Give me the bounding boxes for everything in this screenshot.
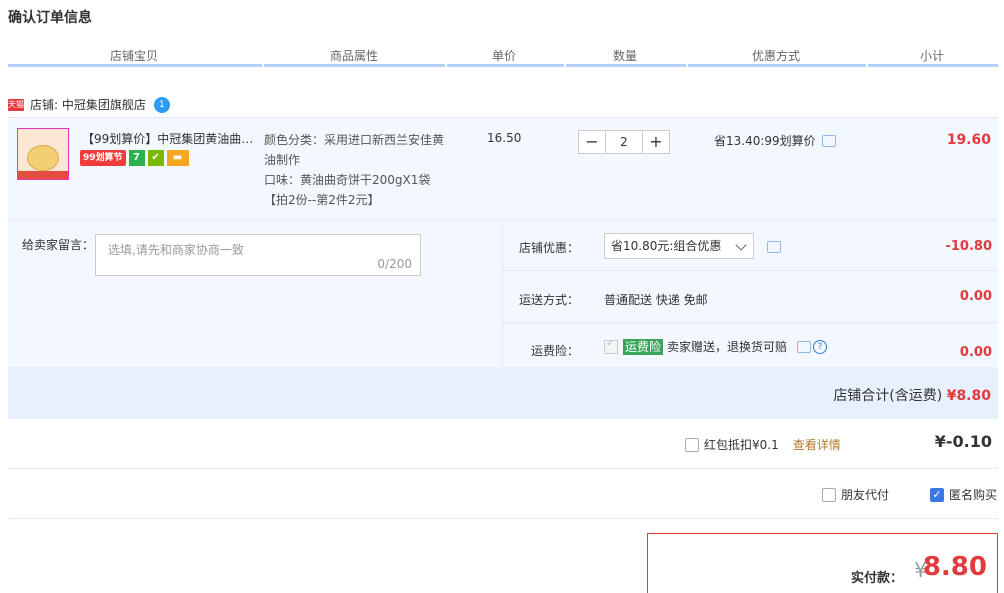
cookie-image-icon <box>27 145 59 171</box>
product-thumbnail[interactable] <box>17 128 69 180</box>
insurance-amount: 0.00 <box>959 345 992 360</box>
anonymous-label: 匿名购买 <box>949 488 998 502</box>
seven-day-return-icon: 7 <box>128 150 145 166</box>
promo-text: 省13.40:99划算价 <box>714 134 816 148</box>
chevron-down-icon <box>735 239 747 251</box>
page-title: 确认订单信息 <box>8 10 92 26</box>
payment-label: 实付款： <box>850 571 903 586</box>
attr-promo: 【拍2份--第2件2元】 <box>264 193 380 207</box>
order-item-row: 【99划算价】中冠集团黄油曲… 99划算节 7 ✔ ▬ 颜色分类：采用进口新西兰… <box>8 117 998 220</box>
help-icon[interactable]: ? <box>813 339 828 354</box>
red-packet-checkbox[interactable] <box>685 437 699 452</box>
order-options: 给卖家留言： 选填,请先和商家协商一致 0/200 店铺优惠： 省10.80元:… <box>8 219 999 368</box>
insurance-checkbox <box>604 338 618 354</box>
shipping-label: 运送方式： <box>518 293 579 307</box>
shop-discount-label: 店铺优惠： <box>518 241 579 255</box>
comment-icon[interactable] <box>821 134 836 147</box>
qty-input[interactable]: 2 <box>606 130 642 154</box>
payment-amount: 8.80 <box>922 552 987 582</box>
col-header-promo: 优惠方式 <box>752 49 801 63</box>
shipping-row: 运送方式： 普通配送 快递 免邮 0.00 <box>503 272 999 323</box>
friend-pay-option: 朋友代付 <box>822 486 889 503</box>
red-packet-amount: ¥-0.10 <box>934 432 992 451</box>
badge-99-festival: 99划算节 <box>80 150 126 166</box>
shop-total-amount: ¥8.80 <box>946 388 991 404</box>
tmall-icon: 天猫 <box>8 98 24 111</box>
insurance-text: 卖家赠送，退换货可赔 <box>667 340 788 354</box>
message-placeholder: 选填,请先和商家协商一致 <box>108 243 244 257</box>
red-packet-row: 红包抵扣¥0.1 查看详情 <box>685 436 841 453</box>
guarantee-icon: ✔ <box>147 150 164 166</box>
shop-name[interactable]: 店铺: 中冠集团旗舰店 <box>30 96 146 113</box>
shop-total: 店铺合计(含运费) ¥8.80 <box>833 388 991 404</box>
insurance-label: 运费险： <box>530 344 579 358</box>
comment-icon[interactable] <box>797 340 812 353</box>
promo-method: 省13.40:99划算价 <box>714 132 836 149</box>
insurance-tag: 运费险 <box>623 338 664 355</box>
col-header-subtotal: 小计 <box>920 49 945 63</box>
product-attributes: 颜色分类：采用进口新西兰安佳黄油制作 口味：黄油曲奇饼干200gX1袋 【拍2份… <box>264 130 454 210</box>
col-header-item: 店铺宝贝 <box>110 49 159 63</box>
col-header-qty: 数量 <box>613 49 638 63</box>
shop-discount-row: 店铺优惠： 省10.80元:组合优惠 -10.80 <box>503 220 999 271</box>
divider <box>8 518 998 519</box>
view-details-link[interactable]: 查看详情 <box>793 436 841 453</box>
shipping-amount: 0.00 <box>959 289 992 304</box>
attr-color: 颜色分类：采用进口新西兰安佳黄油制作 <box>264 133 445 167</box>
qty-increase-button[interactable]: + <box>642 130 670 154</box>
anonymous-option: ✓ 匿名购买 <box>930 486 997 503</box>
seller-message-input[interactable]: 选填,请先和商家协商一致 0/200 <box>95 234 421 276</box>
quantity-stepper: − 2 + <box>578 130 670 154</box>
message-label: 给卖家留言： <box>22 238 95 252</box>
friend-pay-label: 朋友代付 <box>841 488 890 502</box>
qty-decrease-button[interactable]: − <box>578 130 606 154</box>
credit-card-icon: ▬ <box>166 150 189 166</box>
message-char-count: 0/200 <box>377 257 412 271</box>
red-packet-label: 红包抵扣¥0.1 <box>704 438 779 452</box>
shop-discount-amount: -10.80 <box>945 239 992 254</box>
shipping-method: 普通配送 快递 免邮 <box>604 293 708 307</box>
chat-bubble-icon[interactable]: 1 <box>153 96 170 113</box>
divider <box>8 468 998 469</box>
item-subtotal: 19.60 <box>946 132 991 148</box>
col-header-price: 单价 <box>492 49 517 63</box>
col-header-attr: 商品属性 <box>330 49 379 63</box>
insurance-info: 运费险 卖家赠送，退换货可赔 ? <box>604 338 828 355</box>
table-header: 店铺宝贝 商品属性 单价 数量 优惠方式 小计 <box>8 44 998 67</box>
comment-icon[interactable] <box>767 241 781 253</box>
friend-pay-checkbox[interactable] <box>822 487 836 502</box>
options-panel: 店铺优惠： 省10.80元:组合优惠 -10.80 运送方式： 普通配送 快递 … <box>502 220 999 368</box>
anonymous-checkbox[interactable]: ✓ <box>930 487 944 502</box>
shop-total-bar: 店铺合计(含运费) ¥8.80 <box>8 367 998 419</box>
product-title[interactable]: 【99划算价】中冠集团黄油曲… <box>82 130 252 147</box>
payment-box: 实付款： ¥ 8.80 <box>647 533 998 593</box>
product-badges: 99划算节 7 ✔ ▬ <box>80 150 189 166</box>
shop-header: 天猫 店铺: 中冠集团旗舰店 1 <box>8 96 170 113</box>
unit-price: 16.50 <box>487 131 522 145</box>
attr-flavor: 口味：黄油曲奇饼干200gX1袋 <box>264 173 431 187</box>
shop-discount-select[interactable]: 省10.80元:组合优惠 <box>604 233 754 259</box>
